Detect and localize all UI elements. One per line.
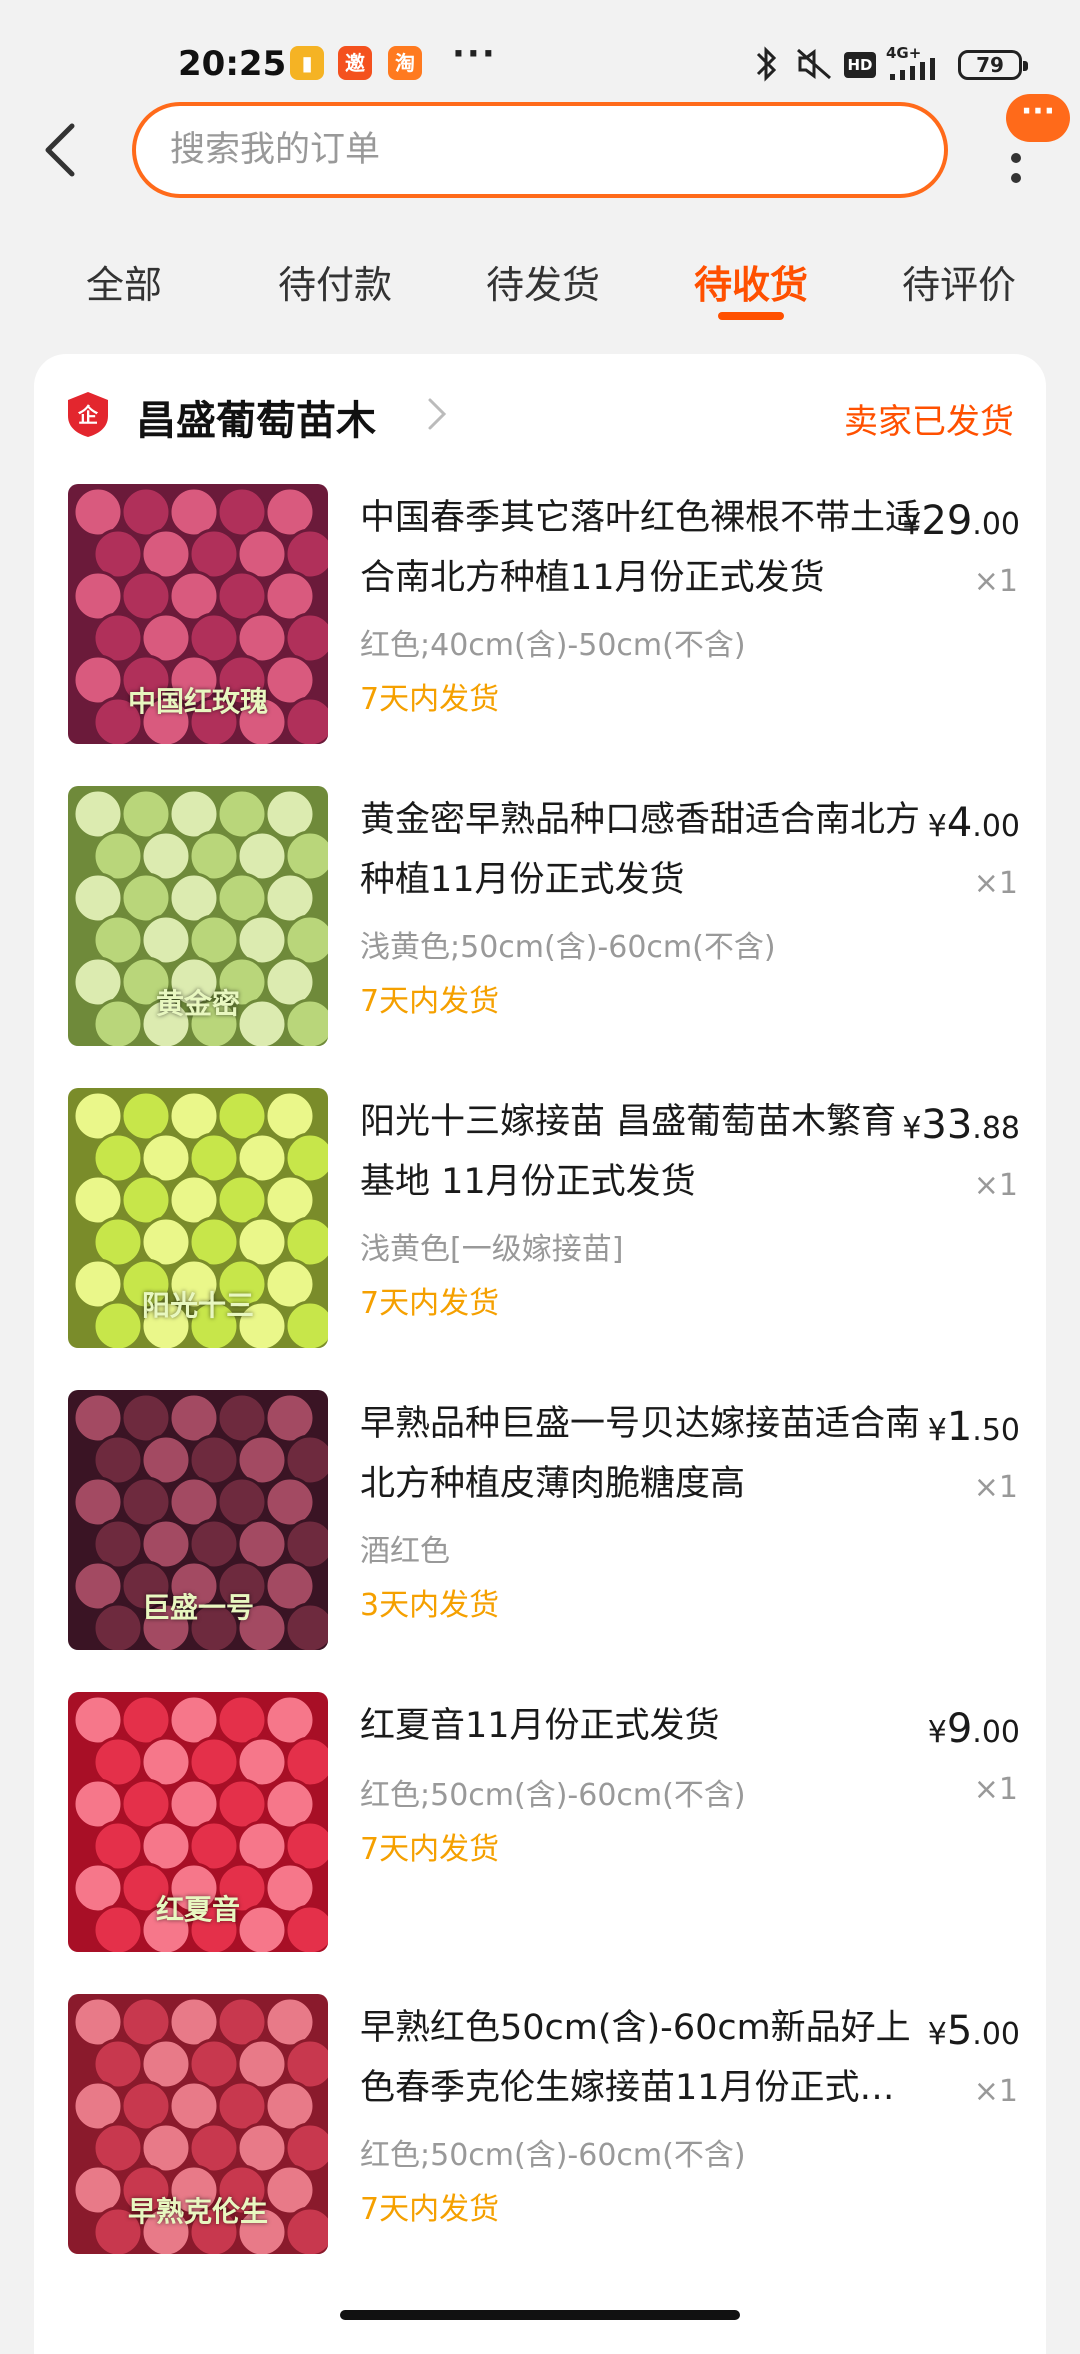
more-vertical-icon[interactable]: [1008, 138, 1024, 198]
order-tabs: 全部 待付款 待发货 待收货 待评价: [0, 240, 1080, 330]
product-quantity: ×1: [973, 1470, 1018, 1505]
currency-symbol: ¥: [902, 1111, 922, 1146]
product-title[interactable]: 阳光十三嫁接苗 昌盛葡萄苗木繁育基地 11月份正式发货: [360, 1092, 920, 1212]
order-item[interactable]: 红夏音 红夏音11月份正式发货红色;50cm(含)-60cm(不含) 7天内发货 ¥9…: [34, 1692, 1046, 1952]
signal-icon: [890, 58, 935, 80]
svg-text:企: 企: [77, 403, 99, 427]
order-item[interactable]: 阳光十三 阳光十三嫁接苗 昌盛葡萄苗木繁育基地 11月份正式发货浅黄色[一级嫁接苗…: [34, 1088, 1046, 1348]
shipping-promise: 7天内发货: [360, 1832, 500, 1867]
price-integer: 33: [921, 1102, 973, 1148]
product-quantity: ×1: [973, 1772, 1018, 1807]
order-item[interactable]: 中国红玫瑰 中国春季其它落叶红色裸根不带土适合南北方种植11月份正式发货红色;40…: [34, 484, 1046, 744]
tab-pending-shipment[interactable]: 待发货: [486, 254, 600, 309]
shipping-promise: 7天内发货: [360, 2192, 500, 2227]
tab-pending-review[interactable]: 待评价: [902, 254, 1016, 309]
thumbnail-caption: 黄金密: [155, 987, 240, 1020]
currency-symbol: ¥: [927, 809, 947, 844]
product-sku: 红色;40cm(含)-50cm(不含): [360, 628, 746, 663]
status-time: 20:25: [178, 44, 287, 84]
product-quantity: ×1: [973, 866, 1018, 901]
bluetooth-icon: [756, 46, 777, 82]
product-quantity: ×1: [973, 1168, 1018, 1203]
home-indicator[interactable]: [340, 2310, 740, 2320]
product-thumbnail[interactable]: 中国红玫瑰: [68, 484, 328, 744]
header: ···: [0, 94, 1080, 200]
search-box[interactable]: [132, 102, 948, 198]
price-decimal: .00: [972, 809, 1020, 844]
product-price: ¥1.50: [928, 1404, 1020, 1450]
mute-icon: [797, 48, 831, 80]
shop-badge-icon: 企: [68, 392, 108, 437]
thumbnail-caption: 阳光十三: [141, 1289, 254, 1322]
thumbnail-caption: 早熟克伦生: [127, 2195, 268, 2228]
price-integer: 4: [946, 800, 973, 846]
product-sku: 酒红色: [360, 1534, 450, 1569]
product-title[interactable]: 早熟品种巨盛一号贝达嫁接苗适合南北方种植皮薄肉脆糖度高: [360, 1394, 920, 1514]
product-title[interactable]: 红夏音11月份正式发货: [360, 1696, 920, 1756]
shop-header[interactable]: 企 昌盛葡萄苗木 卖家已发货: [34, 354, 1046, 474]
order-item[interactable]: 黄金密 黄金密早熟品种口感香甜适合南北方种植11月份正式发货浅黄色;50cm(含)…: [34, 786, 1046, 1046]
pinduoduo-app-icon: 邀: [338, 46, 372, 80]
shipping-promise: 7天内发货: [360, 682, 500, 717]
tab-all[interactable]: 全部: [86, 254, 162, 309]
product-price: ¥4.00: [928, 800, 1020, 846]
product-thumbnail[interactable]: 黄金密: [68, 786, 328, 1046]
product-price: ¥29.00: [902, 498, 1020, 544]
currency-symbol: ¥: [902, 507, 922, 542]
price-integer: 9: [946, 1706, 973, 1752]
more-menu-button[interactable]: ···: [998, 94, 1078, 200]
price-decimal: .00: [972, 507, 1020, 542]
product-quantity: ×1: [973, 564, 1018, 599]
price-decimal: .88: [972, 1111, 1020, 1146]
product-thumbnail[interactable]: 早熟克伦生: [68, 1994, 328, 2254]
product-sku: 浅黄色[一级嫁接苗]: [360, 1232, 624, 1267]
message-bubble-icon[interactable]: ···: [1006, 94, 1070, 142]
product-thumbnail[interactable]: 巨盛一号: [68, 1390, 328, 1650]
product-thumbnail[interactable]: 阳光十三: [68, 1088, 328, 1348]
price-decimal: .50: [972, 1413, 1020, 1448]
tab-pending-receipt[interactable]: 待收货: [694, 254, 808, 309]
product-title[interactable]: 中国春季其它落叶红色裸根不带土适合南北方种植11月份正式发货: [360, 488, 920, 608]
price-integer: 5: [946, 2008, 973, 2054]
price-decimal: .00: [972, 1715, 1020, 1750]
product-price: ¥33.88: [902, 1102, 1020, 1148]
search-input[interactable]: [170, 124, 910, 176]
thumbnail-caption: 红夏音: [155, 1893, 240, 1926]
order-item[interactable]: 巨盛一号 早熟品种巨盛一号贝达嫁接苗适合南北方种植皮薄肉脆糖度高酒红色 3天内发货 ¥…: [34, 1390, 1046, 1650]
product-title[interactable]: 早熟红色50cm(含)-60cm新品好上色春季克伦生嫁接苗11月份正式发货: [360, 1998, 920, 2118]
battery-icon: 79: [958, 50, 1028, 80]
notes-app-icon: ▮: [290, 46, 324, 80]
hd-icon: HD: [844, 52, 876, 78]
shop-name[interactable]: 昌盛葡萄苗木: [136, 388, 376, 446]
taobao-app-icon: 淘: [388, 46, 422, 80]
thumbnail-caption: 巨盛一号: [141, 1591, 254, 1624]
price-integer: 29: [921, 498, 973, 544]
product-thumbnail[interactable]: 红夏音: [68, 1692, 328, 1952]
status-bar: 20:25 ▮ 邀 淘 ··· HD 4G+ 79: [0, 0, 1080, 110]
currency-symbol: ¥: [927, 1715, 947, 1750]
currency-symbol: ¥: [927, 2017, 947, 2052]
chevron-right-icon[interactable]: [424, 394, 450, 434]
order-status: 卖家已发货: [844, 402, 1014, 442]
shipping-promise: 7天内发货: [360, 1286, 500, 1321]
product-price: ¥5.00: [928, 2008, 1020, 2054]
order-item[interactable]: 早熟克伦生 早熟红色50cm(含)-60cm新品好上色春季克伦生嫁接苗11月份正式…: [34, 1994, 1046, 2254]
thumbnail-caption: 中国红玫瑰: [127, 685, 268, 718]
active-tab-indicator: [718, 312, 784, 320]
product-sku: 浅黄色;50cm(含)-60cm(不含): [360, 930, 776, 965]
shipping-promise: 7天内发货: [360, 984, 500, 1019]
product-price: ¥9.00: [928, 1706, 1020, 1752]
product-sku: 红色;50cm(含)-60cm(不含): [360, 1778, 746, 1813]
order-card: 企 昌盛葡萄苗木 卖家已发货 中国红玫瑰 中国春季其它落叶红色裸根不带土适合南北方…: [34, 354, 1046, 2354]
shipping-promise: 3天内发货: [360, 1588, 500, 1623]
more-notifications-icon: ···: [452, 34, 497, 74]
currency-symbol: ¥: [927, 1413, 947, 1448]
product-sku: 红色;50cm(含)-60cm(不含): [360, 2138, 746, 2173]
price-decimal: .00: [972, 2017, 1020, 2052]
product-quantity: ×1: [973, 2074, 1018, 2109]
product-title[interactable]: 黄金密早熟品种口感香甜适合南北方种植11月份正式发货: [360, 790, 920, 910]
back-arrow-icon[interactable]: [38, 118, 88, 182]
tab-pending-payment[interactable]: 待付款: [278, 254, 392, 309]
price-integer: 1: [946, 1404, 973, 1450]
